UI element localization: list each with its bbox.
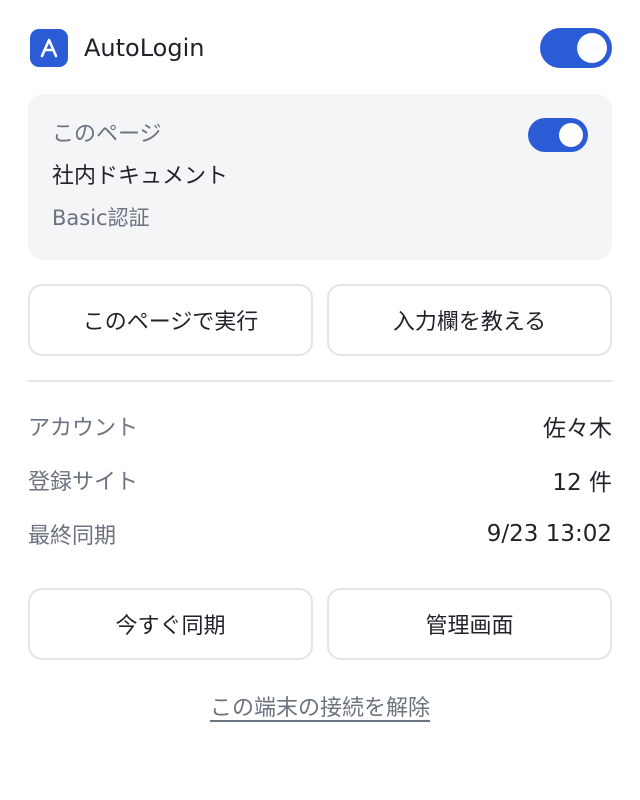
autologin-popup: AutoLogin このページ 社内ドキュメント Basic認証 このページで実… bbox=[0, 0, 640, 800]
footer-action-row: 今すぐ同期 管理画面 bbox=[28, 588, 612, 660]
account-value: 佐々木 bbox=[543, 416, 612, 442]
current-auth-type: Basic認証 bbox=[52, 206, 150, 230]
autologin-a-logo-icon bbox=[30, 29, 68, 67]
last-sync-label: 最終同期 bbox=[28, 524, 117, 549]
sites-label: 登録サイト bbox=[28, 470, 139, 495]
run-on-page-button[interactable]: このページで実行 bbox=[28, 284, 313, 356]
sites-value: 12 件 bbox=[552, 470, 612, 496]
toggle-knob bbox=[559, 123, 583, 147]
disconnect-container: この端末の接続を解除 bbox=[0, 690, 640, 722]
divider bbox=[28, 380, 612, 382]
account-label: アカウント bbox=[28, 416, 139, 441]
page-action-row: このページで実行 入力欄を教える bbox=[28, 284, 612, 356]
disconnect-device-link[interactable]: この端末の接続を解除 bbox=[210, 696, 430, 721]
header: AutoLogin bbox=[28, 28, 612, 68]
page-enable-toggle[interactable] bbox=[528, 118, 588, 152]
last-sync-value: 9/23 13:02 bbox=[486, 521, 612, 547]
extension-enable-toggle[interactable] bbox=[540, 28, 612, 68]
info-row-last-sync: 最終同期 9/23 13:02 bbox=[28, 518, 612, 550]
admin-button[interactable]: 管理画面 bbox=[327, 588, 612, 660]
toggle-knob bbox=[577, 33, 607, 63]
info-row-sites: 登録サイト 12 件 bbox=[28, 464, 612, 496]
teach-fields-button[interactable]: 入力欄を教える bbox=[327, 284, 612, 356]
sync-now-button[interactable]: 今すぐ同期 bbox=[28, 588, 313, 660]
info-row-account: アカウント 佐々木 bbox=[28, 410, 612, 442]
app-title: AutoLogin bbox=[84, 34, 205, 62]
current-page-label: このページ bbox=[52, 122, 162, 147]
current-site-name: 社内ドキュメント bbox=[52, 164, 229, 189]
current-page-card: このページ 社内ドキュメント Basic認証 bbox=[28, 94, 612, 260]
